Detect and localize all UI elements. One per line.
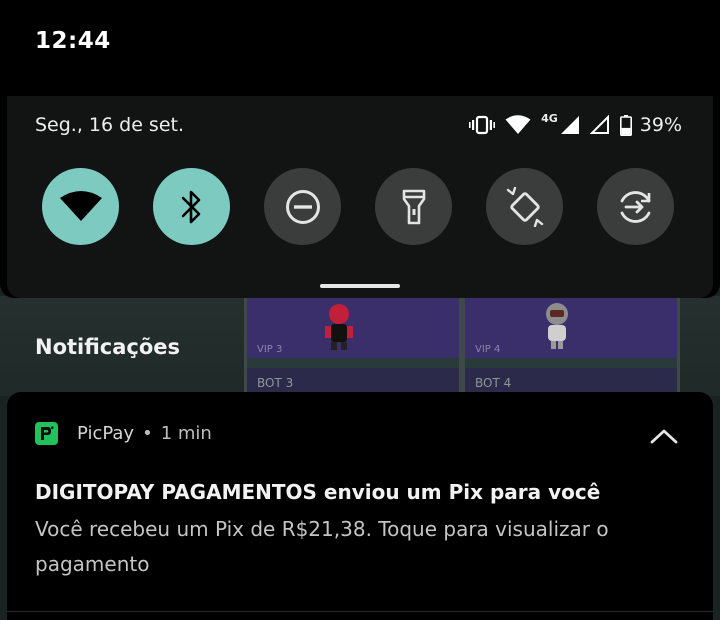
tile-auto-rotate[interactable] <box>486 168 563 245</box>
quick-settings-panel: 12:44 Seg., 16 de set. 4G 39% <box>0 0 720 298</box>
tile-flashlight[interactable] <box>375 168 452 245</box>
notification-title: DIGITOPAY PAGAMENTOS enviou um Pix para … <box>35 480 601 504</box>
mobile-signal-icon <box>560 115 580 135</box>
background-bot-card: VIP 3 BOT 3 <box>244 296 462 392</box>
data-saver-icon <box>620 190 650 223</box>
date: Seg., 16 de set. <box>35 114 185 136</box>
notification-time: 1 min <box>160 423 212 444</box>
quick-settings-tiles <box>42 168 682 246</box>
do-not-disturb-icon <box>285 189 320 224</box>
wifi-icon <box>505 115 531 135</box>
chevron-up-icon <box>650 429 678 444</box>
tile-data-saver[interactable] <box>597 168 674 245</box>
app-name: PicPay <box>77 423 135 444</box>
bot-label: BOT 4 <box>475 376 512 390</box>
vibrate-icon <box>469 115 496 135</box>
notification-body: Você recebeu um Pix de R$21,38. Toque pa… <box>35 517 609 576</box>
card-divider <box>465 358 677 368</box>
notification-app-row: PicPay • 1 min <box>35 422 212 445</box>
bot-label: BOT 3 <box>257 376 294 390</box>
bluetooth-icon <box>181 190 200 223</box>
robot-icon <box>546 303 568 349</box>
picpay-icon <box>35 422 58 445</box>
auto-rotate-icon <box>506 186 543 227</box>
tile-wifi[interactable] <box>42 168 119 245</box>
wifi-icon <box>59 190 102 221</box>
notifications-header: Notificações <box>35 335 181 359</box>
collapse-button[interactable] <box>649 426 679 446</box>
vip-label: VIP 3 <box>257 344 283 355</box>
separator-dot: • <box>142 423 153 444</box>
notification-card[interactable]: PicPay • 1 min DIGITOPAY PAGAMENTOS envi… <box>7 392 713 620</box>
tile-bluetooth[interactable] <box>153 168 230 245</box>
battery-percent: 39% <box>639 114 682 136</box>
divider <box>7 611 713 612</box>
status-icons: 4G 39% <box>469 111 682 137</box>
robot-icon <box>325 304 353 350</box>
network-type: 4G <box>541 111 558 125</box>
flashlight-icon <box>402 189 425 224</box>
drag-handle[interactable] <box>320 284 400 288</box>
tile-do-not-disturb[interactable] <box>264 168 341 245</box>
background-bot-card: VIP 4 BOT 4 <box>462 296 680 392</box>
card-divider <box>247 358 459 368</box>
battery-icon <box>619 114 632 136</box>
vip-label: VIP 4 <box>475 344 501 355</box>
clock: 12:44 <box>35 28 111 54</box>
sim2-signal-icon <box>589 115 610 135</box>
